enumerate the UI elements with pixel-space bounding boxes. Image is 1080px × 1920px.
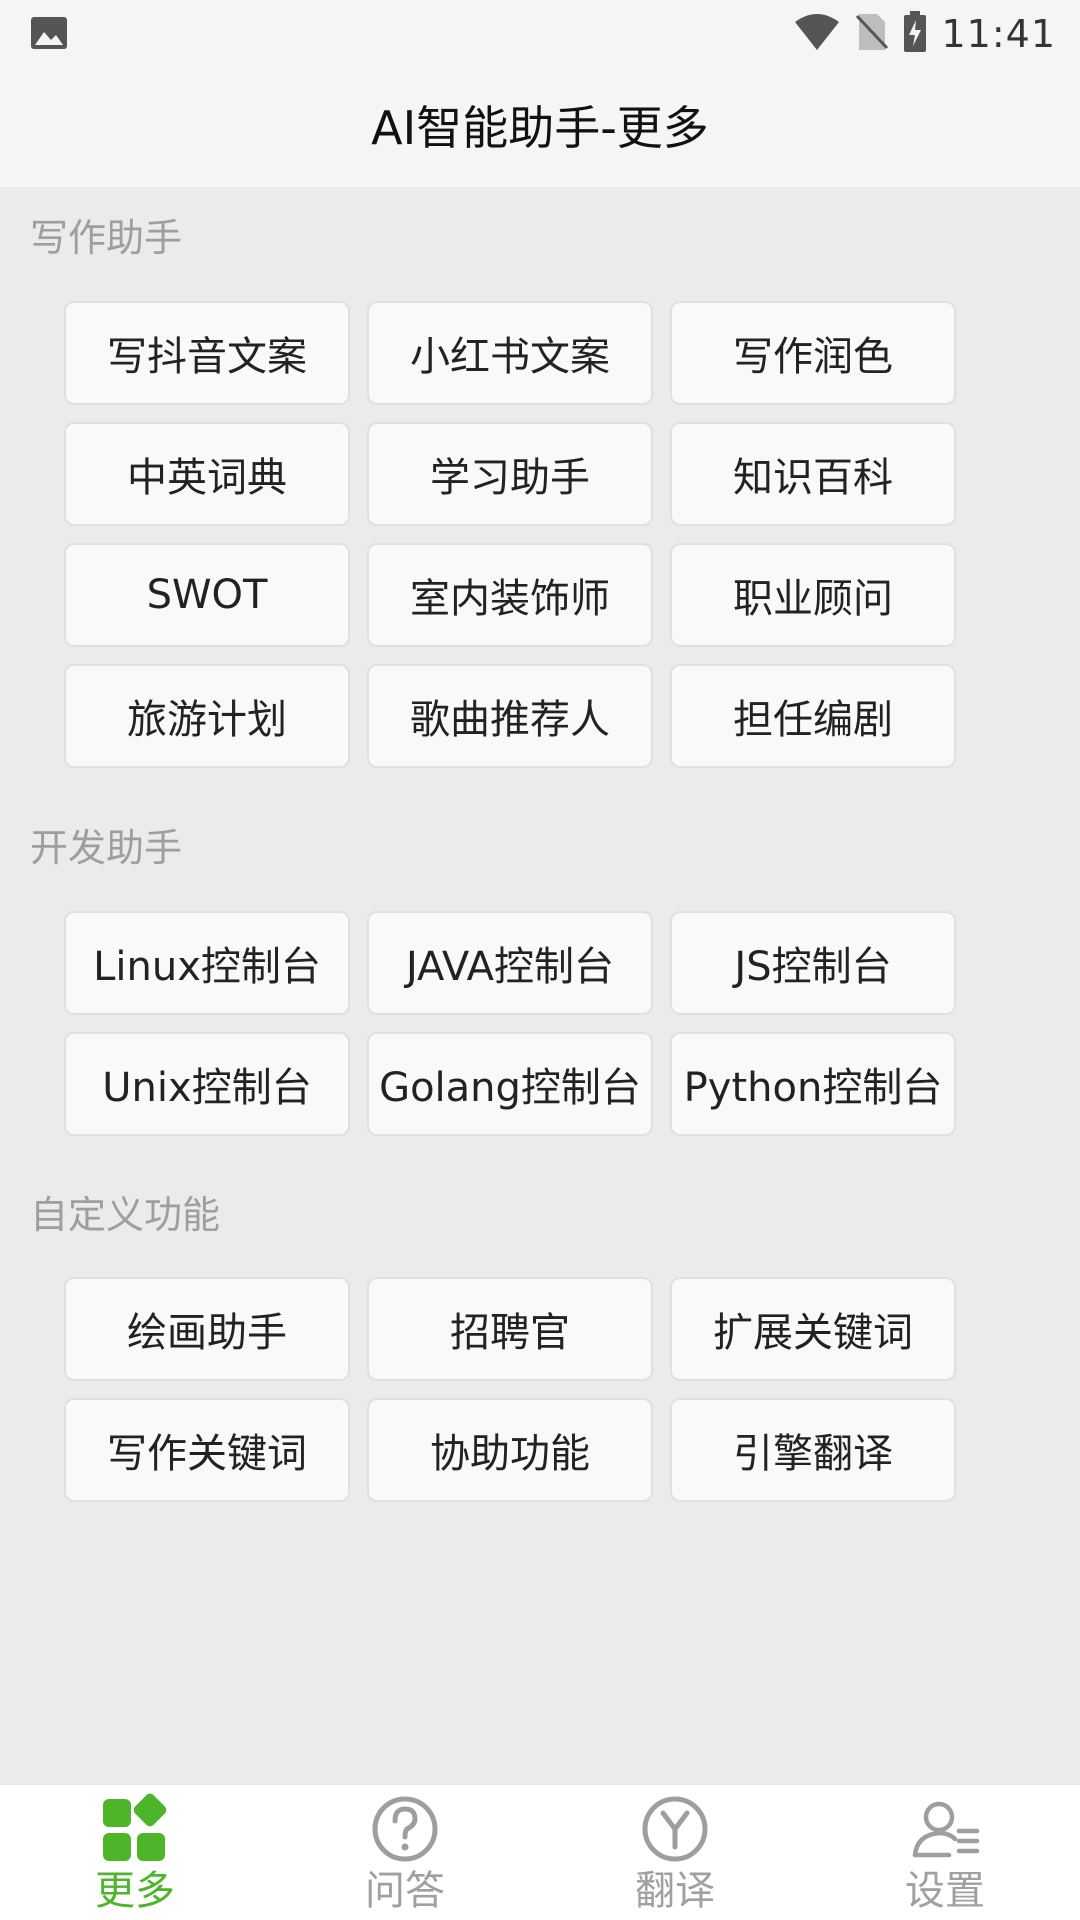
feature-button[interactable]: SWOT [64,543,350,647]
nav-label-more: 更多 [95,1868,175,1914]
image-icon [30,16,68,50]
section-title-writing: 写作助手 [30,216,183,260]
nav-label-translate: 翻译 [635,1868,715,1914]
grid-apps-icon [99,1793,171,1865]
screen: 11:41 AI智能助手-更多 写作助手 写抖音文案 小红书文案 写作润色 中英… [0,0,1080,1920]
nav-item-settings[interactable]: 设置 [865,1793,1025,1917]
feature-button[interactable]: 旅游计划 [64,664,350,768]
question-circle-icon [369,1793,441,1865]
feature-button[interactable]: 学习助手 [367,422,653,526]
nav-item-more[interactable]: 更多 [55,1793,215,1917]
bottom-nav: 更多 问答 翻译 设置 [0,1784,1080,1920]
page-title: AI智能助手-更多 [371,101,709,155]
section-title-dev: 开发助手 [30,826,183,870]
feature-button[interactable]: JS控制台 [670,911,956,1015]
nav-label-settings: 设置 [905,1868,985,1914]
status-right: 11:41 [793,8,1056,60]
feature-button[interactable]: 中英词典 [64,422,350,526]
feature-button[interactable]: 写作润色 [670,301,956,405]
feature-button[interactable]: Unix控制台 [64,1032,350,1136]
feature-button[interactable]: 知识百科 [670,422,956,526]
feature-button[interactable]: 小红书文案 [367,301,653,405]
status-bar: 11:41 [0,0,1080,68]
nav-item-qa[interactable]: 问答 [325,1793,485,1917]
feature-button[interactable]: 引擎翻译 [670,1398,956,1502]
feature-button[interactable]: 担任编剧 [670,664,956,768]
feature-button[interactable]: 职业顾问 [670,543,956,647]
nav-label-qa: 问答 [365,1868,445,1914]
feature-button[interactable]: 写作关键词 [64,1398,350,1502]
feature-button[interactable]: Python控制台 [670,1032,956,1136]
feature-button[interactable]: 扩展关键词 [670,1277,956,1381]
battery-charging-icon [903,11,927,57]
feature-button[interactable]: 协助功能 [367,1398,653,1502]
status-time: 11:41 [941,12,1056,56]
feature-button[interactable]: 招聘官 [367,1277,653,1381]
top-bar: 11:41 AI智能助手-更多 [0,0,1080,187]
no-sim-icon [855,12,889,56]
wifi-icon [793,12,841,56]
translate-y-icon [639,1793,711,1865]
feature-button[interactable]: 室内装饰师 [367,543,653,647]
feature-button[interactable]: Golang控制台 [367,1032,653,1136]
feature-button[interactable]: 绘画助手 [64,1277,350,1381]
feature-button[interactable]: 写抖音文案 [64,301,350,405]
nav-item-translate[interactable]: 翻译 [595,1793,755,1917]
user-settings-icon [909,1793,981,1865]
feature-button[interactable]: JAVA控制台 [367,911,653,1015]
section-title-custom: 自定义功能 [30,1193,221,1237]
feature-button[interactable]: Linux控制台 [64,911,350,1015]
feature-button[interactable]: 歌曲推荐人 [367,664,653,768]
